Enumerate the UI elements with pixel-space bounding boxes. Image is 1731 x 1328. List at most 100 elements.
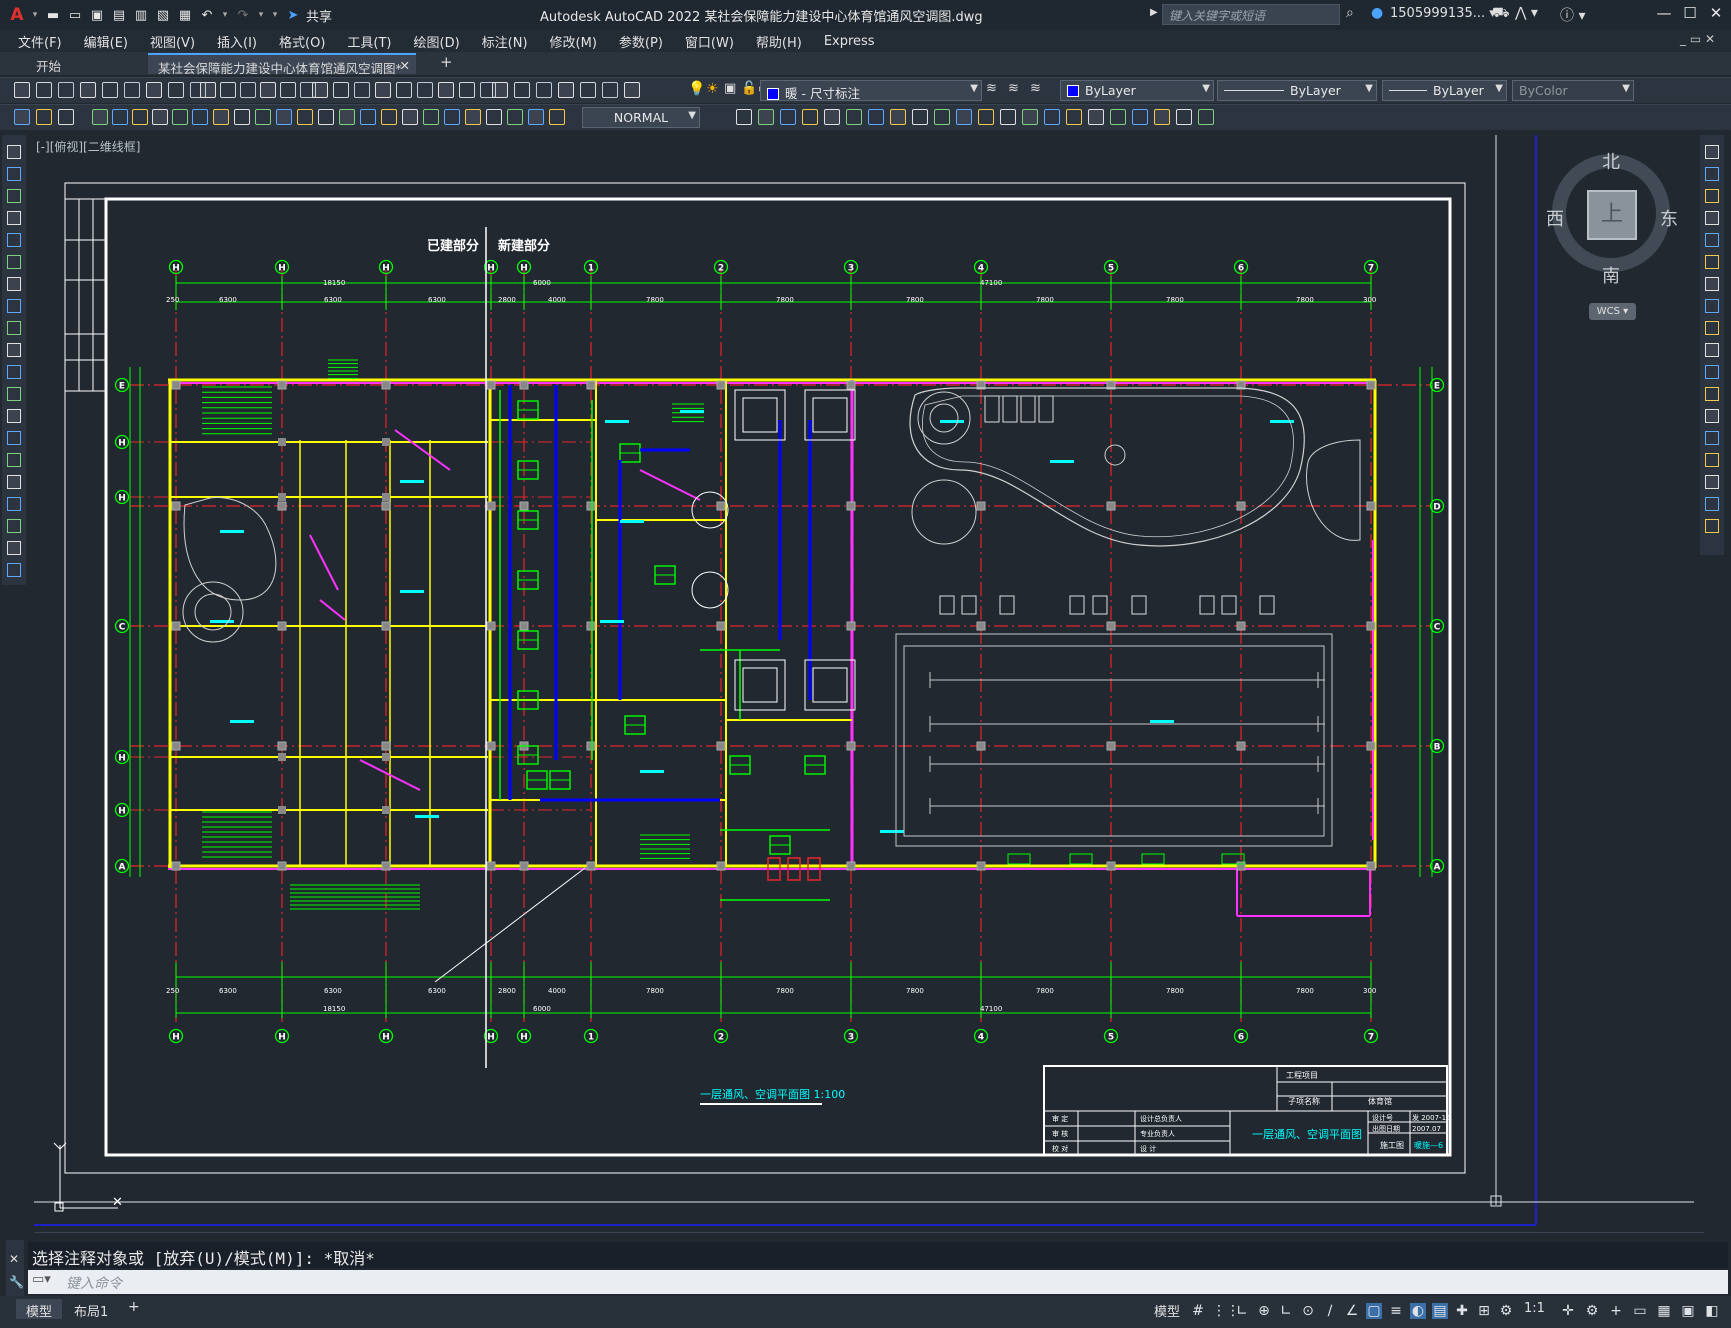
add-layout-button[interactable]: + [118, 1299, 150, 1319]
dimension-text: 6000 [533, 1005, 551, 1013]
air-diffuser-inner [742, 397, 778, 433]
shower-cubicle [1038, 395, 1054, 423]
annotation-visibility-icon[interactable]: ⚙ [1498, 1303, 1514, 1319]
svg-text:✕: ✕ [112, 1195, 123, 1210]
command-input-placeholder: 键入命令 [66, 1276, 122, 1292]
axis-bubble-label: 3 [848, 264, 854, 274]
canvas-edge [34, 1232, 1704, 1233]
tb-role-1: 审 定 [1052, 1114, 1068, 1123]
transparency-icon[interactable]: ◐ [1410, 1303, 1426, 1319]
tab-layout1[interactable]: 布局1 [64, 1299, 118, 1320]
lineweight-icon[interactable]: ≡ [1388, 1303, 1404, 1319]
axis-bubble-label: H [487, 1033, 495, 1043]
isolate-icon[interactable]: ◧ [1704, 1303, 1720, 1319]
axis-bubble-label: H [118, 807, 126, 817]
dimension-text: 4000 [548, 987, 566, 995]
quick-properties-icon[interactable]: ▦ [1656, 1303, 1672, 1319]
snap-icon[interactable]: ⋮⋮ [1212, 1303, 1240, 1319]
isodraft-icon[interactable]: ∕ [1322, 1303, 1338, 1319]
sheet-outer-frame [64, 182, 1466, 1174]
dimension-text: 7800 [646, 296, 664, 304]
swimming-pool [895, 633, 1333, 847]
auto-scale-icon[interactable]: ✛ [1560, 1303, 1576, 1319]
polar-icon[interactable]: ⊙ [1300, 1303, 1316, 1319]
object-snap-icon[interactable]: ▢ [1366, 1303, 1382, 1319]
annotation-monitor-icon[interactable]: + [1608, 1303, 1624, 1319]
column [277, 380, 287, 390]
exhaust-fan [1007, 853, 1031, 865]
lounger [939, 595, 955, 615]
drawing-svg[interactable]: H H H H H H H H H H 1 1 2 2 3 3 4 4 5 5 6 6 7 7 E H H C H H A E D C B A 250… [0, 0, 1731, 1240]
tb-design-no: 发 2007-15 [1412, 1113, 1450, 1122]
column [586, 861, 596, 871]
units-icon[interactable]: ▭ [1632, 1303, 1648, 1319]
grid-icon[interactable]: # [1190, 1303, 1206, 1319]
shower-cubicle [984, 395, 1000, 423]
selection-cycling-icon[interactable]: ▤ [1432, 1303, 1448, 1319]
viewcube-south[interactable]: 南 [1602, 262, 1620, 288]
annotation-scale[interactable]: 1:1 [1514, 1299, 1555, 1319]
ortho-icon[interactable]: ∟ [1278, 1303, 1294, 1319]
leader-line [434, 867, 586, 983]
wcs-menu[interactable]: WCS ▾ [1589, 303, 1636, 320]
column [382, 438, 390, 446]
dimension-text: 2800 [498, 296, 516, 304]
axis-bubble-label: H [382, 264, 390, 274]
column [1236, 501, 1246, 511]
viewcube-east[interactable]: 东 [1660, 205, 1678, 231]
tb-role-2: 审 核 [1052, 1129, 1068, 1138]
dimension-text: 7800 [1296, 987, 1314, 995]
column [1106, 861, 1116, 871]
hvac-equipment [210, 385, 1294, 901]
column [846, 501, 856, 511]
viewcube-north[interactable]: 北 [1602, 148, 1620, 174]
dynamic-input-icon[interactable]: ⊕ [1256, 1303, 1272, 1319]
column [586, 380, 596, 390]
column [277, 621, 287, 631]
room-label-mark [640, 770, 664, 773]
axis-bubble-label: H [520, 1033, 528, 1043]
viewcube-top-face[interactable]: 上 [1587, 190, 1637, 240]
column [1366, 861, 1376, 871]
column [486, 501, 496, 511]
exhaust-fan [1069, 853, 1093, 865]
column [519, 621, 529, 631]
tab-model[interactable]: 模型 [16, 1299, 63, 1320]
model-space-button[interactable]: 模型 [1144, 1299, 1190, 1320]
dynamic-ucs-icon[interactable]: ⊞ [1476, 1303, 1492, 1319]
spa-pool [1306, 439, 1361, 541]
lounger [1221, 595, 1237, 615]
room-label-mark [400, 480, 424, 483]
command-close-icon[interactable]: ✕ [9, 1252, 19, 1266]
lounger [999, 595, 1015, 615]
column [486, 861, 496, 871]
axis-bubble-label: H [278, 1033, 286, 1043]
command-prompt-icon[interactable]: ▭▾ [32, 1272, 51, 1287]
infer-icon[interactable]: ∟ [1234, 1303, 1250, 1319]
column [278, 753, 286, 761]
command-settings-icon[interactable]: 🔧 [9, 1275, 24, 1289]
workspace-icon[interactable]: ⚙ [1584, 1303, 1600, 1319]
tb-stage: 施工图 [1380, 1140, 1404, 1150]
command-input[interactable]: ▭▾ 键入命令 [28, 1270, 1728, 1294]
column [382, 806, 390, 814]
room-label-mark [400, 590, 424, 593]
dimension-text: 18150 [323, 1005, 345, 1013]
dimension-text: 7800 [1166, 296, 1184, 304]
axis-bubble-label: 7 [1368, 1033, 1374, 1043]
tb-design-no-label: 设计号 [1372, 1113, 1393, 1122]
object-snap-tracking-icon[interactable]: ∠ [1344, 1303, 1360, 1319]
column [586, 621, 596, 631]
3d-osnap-icon[interactable]: ✚ [1454, 1303, 1470, 1319]
axis-bubble-label: 6 [1238, 264, 1244, 274]
viewcube-west[interactable]: 西 [1546, 205, 1564, 231]
wall [394, 429, 451, 471]
column [381, 741, 391, 751]
tb-role-3: 校 对 [1052, 1144, 1068, 1153]
dimension-text: 6300 [428, 296, 446, 304]
air-diffuser-inner [812, 667, 848, 703]
dimension-text: 7800 [646, 987, 664, 995]
room-label-mark [605, 420, 629, 423]
wall [639, 469, 701, 501]
lock-ui-icon[interactable]: ▣ [1680, 1303, 1696, 1319]
